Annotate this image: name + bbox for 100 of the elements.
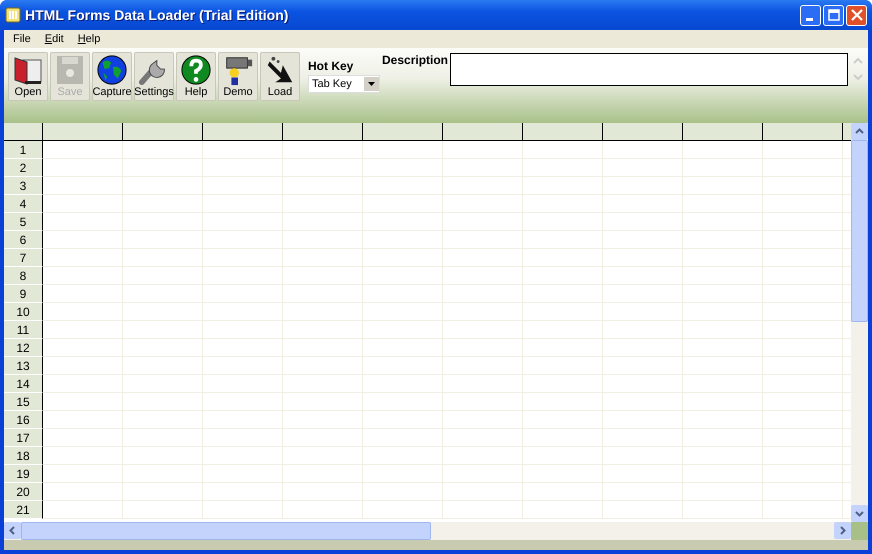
table-cell[interactable] — [523, 159, 603, 177]
row-header[interactable]: 14 — [4, 375, 43, 393]
table-cell[interactable] — [443, 321, 523, 339]
table-cell[interactable] — [443, 141, 523, 159]
table-cell[interactable] — [43, 267, 123, 285]
row-header[interactable]: 19 — [4, 465, 43, 483]
table-cell[interactable] — [203, 393, 283, 411]
table-cell[interactable] — [683, 339, 763, 357]
table-cell[interactable] — [443, 267, 523, 285]
table-cell[interactable] — [523, 141, 603, 159]
table-cell[interactable] — [523, 411, 603, 429]
table-cell[interactable] — [43, 213, 123, 231]
column-header[interactable] — [363, 123, 443, 141]
table-cell[interactable] — [363, 303, 443, 321]
table-cell[interactable] — [603, 177, 683, 195]
table-cell[interactable] — [363, 501, 443, 519]
table-cell[interactable] — [523, 339, 603, 357]
scroll-left-button[interactable] — [4, 522, 21, 539]
row-header[interactable]: 3 — [4, 177, 43, 195]
table-cell[interactable] — [283, 357, 363, 375]
table-cell[interactable] — [283, 393, 363, 411]
table-cell[interactable] — [363, 231, 443, 249]
table-cell[interactable] — [363, 177, 443, 195]
table-cell[interactable] — [123, 303, 203, 321]
table-cell[interactable] — [763, 357, 843, 375]
table-cell[interactable] — [603, 501, 683, 519]
table-cell[interactable] — [283, 375, 363, 393]
table-cell[interactable] — [763, 411, 843, 429]
table-cell[interactable] — [283, 429, 363, 447]
table-cell[interactable] — [683, 357, 763, 375]
row-header[interactable]: 20 — [4, 483, 43, 501]
table-cell[interactable] — [203, 303, 283, 321]
table-cell[interactable] — [523, 375, 603, 393]
table-cell[interactable] — [763, 483, 843, 501]
table-cell[interactable] — [763, 303, 843, 321]
table-cell[interactable] — [363, 321, 443, 339]
table-cell[interactable] — [43, 429, 123, 447]
table-cell[interactable] — [763, 465, 843, 483]
row-header[interactable]: 18 — [4, 447, 43, 465]
table-cell[interactable] — [203, 321, 283, 339]
toolbar-button[interactable]: Open — [8, 52, 48, 101]
table-cell[interactable] — [523, 501, 603, 519]
table-cell[interactable] — [363, 141, 443, 159]
table-cell[interactable] — [363, 375, 443, 393]
table-cell[interactable] — [523, 195, 603, 213]
table-cell[interactable] — [603, 411, 683, 429]
column-header[interactable] — [123, 123, 203, 141]
table-cell[interactable] — [203, 141, 283, 159]
table-cell[interactable] — [43, 303, 123, 321]
table-cell[interactable] — [683, 231, 763, 249]
column-header[interactable] — [283, 123, 363, 141]
column-header[interactable] — [683, 123, 763, 141]
menu-item[interactable]: File — [6, 33, 38, 45]
row-header[interactable]: 4 — [4, 195, 43, 213]
table-cell[interactable] — [203, 231, 283, 249]
scroll-right-button[interactable] — [834, 522, 851, 539]
toolbar-button[interactable]: Demo — [218, 52, 258, 101]
scroll-thumb[interactable] — [851, 140, 868, 322]
table-cell[interactable] — [123, 357, 203, 375]
table-cell[interactable] — [283, 501, 363, 519]
table-cell[interactable] — [363, 447, 443, 465]
table-cell[interactable] — [283, 285, 363, 303]
table-cell[interactable] — [763, 195, 843, 213]
table-cell[interactable] — [123, 267, 203, 285]
table-cell[interactable] — [123, 483, 203, 501]
horizontal-scrollbar[interactable] — [4, 522, 851, 540]
table-cell[interactable] — [363, 465, 443, 483]
table-cell[interactable] — [523, 429, 603, 447]
table-cell[interactable] — [763, 231, 843, 249]
table-cell[interactable] — [763, 213, 843, 231]
table-cell[interactable] — [43, 285, 123, 303]
table-cell[interactable] — [123, 249, 203, 267]
row-header[interactable]: 1 — [4, 141, 43, 159]
table-cell[interactable] — [603, 393, 683, 411]
column-header[interactable] — [203, 123, 283, 141]
table-cell[interactable] — [123, 177, 203, 195]
table-cell[interactable] — [763, 285, 843, 303]
table-cell[interactable] — [123, 393, 203, 411]
table-cell[interactable] — [283, 339, 363, 357]
table-cell[interactable] — [43, 195, 123, 213]
table-cell[interactable] — [683, 177, 763, 195]
table-cell[interactable] — [603, 447, 683, 465]
table-cell[interactable] — [363, 393, 443, 411]
table-cell[interactable] — [363, 357, 443, 375]
toolbar-button[interactable]: Help — [176, 52, 216, 101]
row-header[interactable]: 2 — [4, 159, 43, 177]
table-cell[interactable] — [603, 267, 683, 285]
column-header[interactable] — [443, 123, 523, 141]
table-cell[interactable] — [443, 429, 523, 447]
row-header[interactable]: 12 — [4, 339, 43, 357]
table-cell[interactable] — [43, 231, 123, 249]
scroll-down-button[interactable] — [851, 505, 868, 522]
table-cell[interactable] — [683, 159, 763, 177]
table-cell[interactable] — [523, 303, 603, 321]
table-cell[interactable] — [683, 285, 763, 303]
table-cell[interactable] — [683, 303, 763, 321]
table-cell[interactable] — [363, 213, 443, 231]
table-cell[interactable] — [363, 483, 443, 501]
table-cell[interactable] — [683, 447, 763, 465]
table-cell[interactable] — [443, 375, 523, 393]
